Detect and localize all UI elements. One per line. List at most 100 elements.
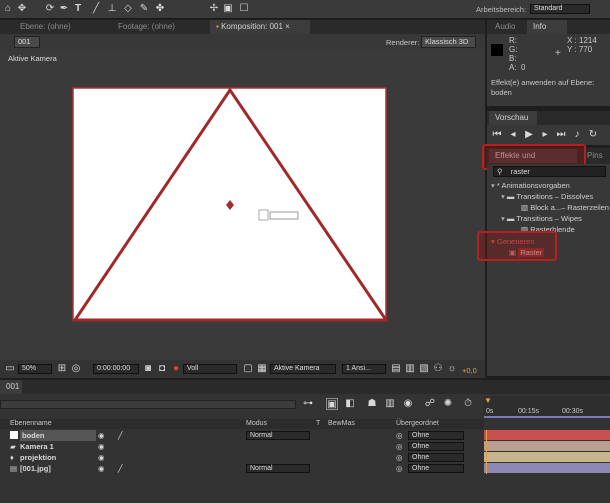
tab-preview[interactable]: Vorschau — [489, 111, 537, 125]
prev-frame-icon[interactable]: ◂ — [507, 129, 519, 141]
tab-info[interactable]: Info — [527, 20, 567, 34]
timecode-field[interactable]: 0:00:00:00 — [93, 364, 139, 374]
quality-icon[interactable]: ╱ — [118, 463, 123, 474]
mode-select[interactable]: Normal — [246, 464, 310, 473]
stopwatch-icon[interactable]: ⏱ — [462, 398, 474, 410]
layer-bar-boden[interactable] — [484, 430, 610, 440]
layer-row-001-jpg[interactable]: ▤ [001.jpg] ◉ ╱ Normal ◎ Ohne — [0, 463, 480, 474]
motion-blur-icon[interactable]: ◉ — [402, 398, 414, 410]
mask-icon[interactable]: ◎ — [70, 363, 82, 375]
audio-icon[interactable]: ♪ — [571, 129, 583, 141]
tab-composition[interactable]: ▪ Komposition: 001 × — [210, 20, 310, 34]
tab-footage[interactable]: Footage: (ohne) — [112, 20, 181, 34]
show-snapshot-icon[interactable]: ◘ — [156, 363, 168, 375]
fast-preview-icon[interactable]: ▥ — [404, 363, 416, 375]
layer-name[interactable]: boden — [20, 430, 96, 441]
eye-icon[interactable]: ◉ — [98, 441, 105, 452]
layer-name[interactable]: Kamera 1 — [20, 441, 54, 452]
parent-select[interactable]: Ohne — [408, 431, 464, 440]
timeline-search-input[interactable] — [0, 400, 296, 409]
snapshot-icon[interactable]: ◙ — [142, 363, 154, 375]
last-frame-icon[interactable]: ⏭ — [555, 129, 567, 141]
rotate-tool-icon[interactable]: ⟳ — [44, 3, 56, 15]
mode-select[interactable]: Normal — [246, 431, 310, 440]
text-tool-icon[interactable]: T — [72, 3, 84, 15]
time-ruler[interactable]: ▼ 0s 00:15s 00:30s — [484, 396, 610, 418]
eye-icon[interactable]: ◉ — [98, 452, 105, 463]
pickwhip-icon[interactable]: ◎ — [396, 452, 403, 463]
parent-select[interactable]: Ohne — [408, 453, 464, 462]
selection-tool-icon[interactable]: ✥ — [16, 3, 28, 15]
grid-icon[interactable]: ⊞ — [56, 363, 68, 375]
composition-viewer[interactable]: Aktive Kamera — [0, 50, 485, 360]
tab-timeline-001[interactable]: 001 — [0, 380, 22, 394]
roto-tool-icon[interactable]: ✎ — [138, 3, 150, 15]
home-tool-icon[interactable]: ⌂ — [2, 3, 14, 15]
layer-bar-projektion[interactable] — [484, 452, 610, 462]
workspace-select[interactable]: Standard — [530, 4, 590, 14]
eraser-tool-icon[interactable]: ◇ — [122, 3, 134, 15]
exposure-icon[interactable]: ☼ — [446, 363, 458, 375]
flowchart-icon[interactable]: ⚇ — [432, 363, 444, 375]
layer-name[interactable]: projektion — [20, 452, 56, 463]
layer-bar-001-jpg[interactable] — [484, 463, 610, 473]
brush-tool-icon[interactable]: ╱ — [90, 3, 102, 15]
snapping-icon[interactable]: ▣ — [222, 3, 234, 15]
col-trkmat[interactable]: BewMas — [328, 419, 355, 429]
graph-editor-icon[interactable]: ☍ — [424, 398, 436, 410]
layer-row-projektion[interactable]: ♦ projektion ◉ ◎ Ohne — [0, 452, 480, 463]
clone-tool-icon[interactable]: ⊥ — [106, 3, 118, 15]
pickwhip-icon[interactable]: ◎ — [396, 430, 403, 441]
draft-3d-icon[interactable]: ◧ — [344, 398, 356, 410]
axis-mode-icon[interactable]: ✢ — [208, 3, 220, 15]
work-area-bar[interactable] — [484, 416, 610, 418]
snap-checkbox-icon[interactable]: ☐ — [238, 3, 250, 15]
frame-blending-icon[interactable]: ▥ — [384, 398, 396, 410]
tree-item-animation-presets[interactable]: ▾ * Animationsvorgaben — [491, 180, 570, 191]
col-t[interactable]: T — [316, 419, 320, 429]
resolution-select[interactable]: Voll — [183, 364, 237, 374]
pickwhip-icon[interactable]: ◎ — [396, 441, 403, 452]
layer-name[interactable]: [001.jpg] — [20, 463, 51, 474]
col-layer-name[interactable]: Ebenenname — [10, 419, 52, 429]
views-select[interactable]: 1 Ansi... — [342, 364, 386, 374]
transparency-grid-icon[interactable]: ▦ — [256, 363, 268, 375]
col-parent[interactable]: Übergeordnet — [396, 419, 439, 429]
zoom-select[interactable]: 50% — [18, 364, 52, 374]
quality-icon[interactable]: ╱ — [118, 430, 123, 441]
channel-icon[interactable]: ● — [170, 363, 182, 375]
pickwhip-icon[interactable]: ◎ — [396, 463, 403, 474]
exposure-value[interactable]: +0,0 — [462, 366, 477, 375]
live-update-icon[interactable]: ▣ — [326, 398, 338, 410]
first-frame-icon[interactable]: ⏮ — [491, 129, 503, 141]
playhead-icon[interactable]: ▼ — [484, 396, 492, 405]
eye-icon[interactable]: ◉ — [98, 430, 105, 441]
camera-select[interactable]: Aktive Kamera — [270, 364, 336, 374]
magnification-icon[interactable]: ▭ — [4, 363, 16, 375]
loop-icon[interactable]: ↻ — [587, 129, 599, 141]
layer-bar-kamera[interactable] — [484, 441, 610, 451]
region-icon[interactable]: ▢ — [242, 363, 254, 375]
eye-icon[interactable]: ◉ — [98, 463, 105, 474]
timeline-icon[interactable]: ▧ — [418, 363, 430, 375]
parent-select[interactable]: Ohne — [408, 442, 464, 451]
tab-audio[interactable]: Audio — [489, 20, 521, 34]
tree-item-transitions-wipes[interactable]: ▾ ▬ Transitions – Wipes — [501, 213, 582, 224]
comp-mini-flowchart-icon[interactable]: ⊶ — [302, 398, 314, 410]
effects-search-input[interactable]: ⚲ raster — [493, 166, 606, 177]
tree-item-transitions-dissolves[interactable]: ▾ ▬ Transitions – Dissolves — [501, 191, 593, 202]
close-icon[interactable]: × — [285, 22, 290, 31]
tab-layer[interactable]: Ebene: (ohne) — [14, 20, 77, 34]
col-mode[interactable]: Modus — [246, 419, 267, 429]
comp-name-button[interactable]: 001 — [14, 36, 40, 48]
layer-row-kamera[interactable]: ▰ Kamera 1 ◉ ◎ Ohne — [0, 441, 480, 452]
tree-item-block-dissolve[interactable]: ▧ Block a...– Rasterzeilen — [521, 202, 609, 213]
toggle-pixel-icon[interactable]: ▤ — [390, 363, 402, 375]
shy-icon[interactable]: ☗ — [366, 398, 378, 410]
play-icon[interactable]: ▶ — [523, 129, 535, 141]
pen-tool-icon[interactable]: ✒ — [58, 3, 70, 15]
renderer-button[interactable]: Klassisch 3D — [421, 36, 476, 48]
puppet-tool-icon[interactable]: ✤ — [154, 3, 166, 15]
brainstorm-icon[interactable]: ✺ — [442, 398, 454, 410]
next-frame-icon[interactable]: ▸ — [539, 129, 551, 141]
